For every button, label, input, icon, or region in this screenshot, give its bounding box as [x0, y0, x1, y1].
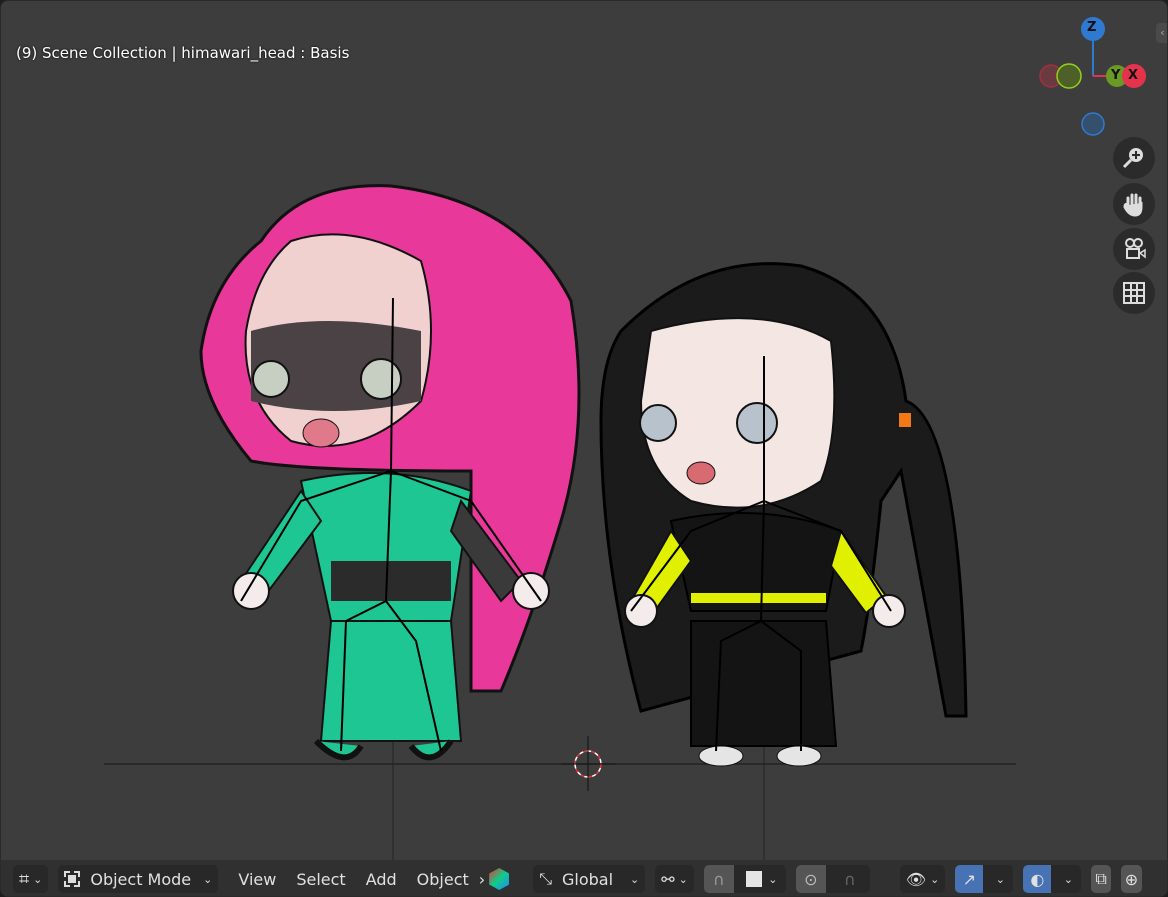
pan-hand-icon [1123, 193, 1143, 217]
gizmo-z-label[interactable]: Z [1087, 20, 1096, 35]
black-haired-character [599, 262, 968, 767]
more-menus-chevron-icon[interactable]: › [479, 870, 485, 889]
scene-canvas[interactable] [1, 1, 1168, 897]
mode-label: Object Mode [90, 869, 192, 889]
orientation-axes-icon: ⤡ [539, 869, 552, 888]
editor-type-button[interactable]: ⌗ ⌄ [13, 865, 49, 893]
gizmo-x-label[interactable]: X [1128, 68, 1138, 83]
pivot-icon: ⚯ [661, 869, 675, 889]
3d-viewport[interactable]: Z Y X (9) Scene Collection | himawari_he… [0, 0, 1168, 897]
object-data-icon [489, 868, 510, 890]
menu-add[interactable]: Add [366, 870, 397, 889]
zoom-icon [1122, 148, 1143, 169]
snap-target-dropdown[interactable]: ⌄ [738, 865, 786, 893]
3d-viewport-icon: ⌗ [19, 868, 30, 890]
proportional-edit-toggle[interactable]: ⊙ [795, 865, 826, 893]
xray-toggle[interactable]: ⧉ [1091, 865, 1111, 893]
wireframe-sphere-icon: ⊕ [1124, 869, 1139, 889]
transform-orientation-dropdown[interactable]: ⤡ Global ⌄ [533, 865, 646, 893]
proportional-edit-icon: ⊙ [804, 869, 818, 889]
viewport-info-text: (9) Scene Collection | himawari_head : B… [16, 44, 350, 62]
show-overlays-toggle[interactable]: ◐ [1023, 865, 1052, 893]
snapping-group: ∩ ⌄ [703, 865, 786, 893]
falloff-curve-icon: ∩ [843, 869, 856, 889]
menu-object[interactable]: Object [417, 870, 469, 889]
mode-dropdown[interactable]: Object Mode ⌄ [58, 865, 219, 893]
ortho-toggle-button[interactable] [1113, 272, 1155, 314]
gizmo-y-label[interactable]: Y [1111, 68, 1120, 83]
pivot-point-dropdown[interactable]: ⚯ ⌄ [655, 865, 694, 893]
camera-view-button[interactable] [1113, 228, 1155, 270]
gizmo-icon: ↗ [962, 869, 977, 889]
sidebar-toggle-button[interactable]: ‹ [1156, 23, 1167, 43]
viewport-header-toolbar: ⌗ ⌄ Object Mode ⌄ View Select Add Object ›… [1, 860, 1167, 896]
gizmo-group: ↗ ⌄ [955, 865, 1014, 893]
object-mode-icon [64, 871, 81, 887]
snap-toggle[interactable]: ∩ [703, 865, 734, 893]
camera-icon [1125, 238, 1146, 259]
overlays-dropdown[interactable]: ⌄ [1055, 865, 1081, 893]
pan-button[interactable] [1113, 183, 1155, 225]
falloff-dropdown[interactable]: ∩ [830, 865, 870, 893]
magnet-icon: ∩ [712, 869, 725, 889]
proportional-editing-group: ⊙ ∩ [795, 865, 870, 893]
menu-view[interactable]: View [238, 870, 276, 889]
xray-icon: ⧉ [1095, 869, 1107, 888]
show-gizmo-toggle[interactable]: ↗ [955, 865, 984, 893]
gizmo-dropdown[interactable]: ⌄ [987, 865, 1013, 893]
gizmo-neg-y [1056, 63, 1082, 89]
wireframe-shading-button[interactable]: ⊕ [1120, 865, 1143, 893]
eye-cursor-icon: 👁 [905, 869, 927, 889]
orientation-label: Global [562, 869, 614, 889]
grid-ortho-icon [1123, 282, 1145, 304]
zoom-button[interactable] [1113, 137, 1155, 179]
overlays-icon: ◐ [1030, 869, 1045, 889]
overlay-group: ◐ ⌄ [1023, 865, 1082, 893]
3d-cursor-icon [561, 736, 616, 791]
gizmo-neg-z [1081, 112, 1105, 136]
snap-increment-icon [746, 871, 763, 887]
menu-select[interactable]: Select [296, 870, 345, 889]
selectability-visibility-dropdown[interactable]: 👁 ⌄ [899, 865, 946, 893]
